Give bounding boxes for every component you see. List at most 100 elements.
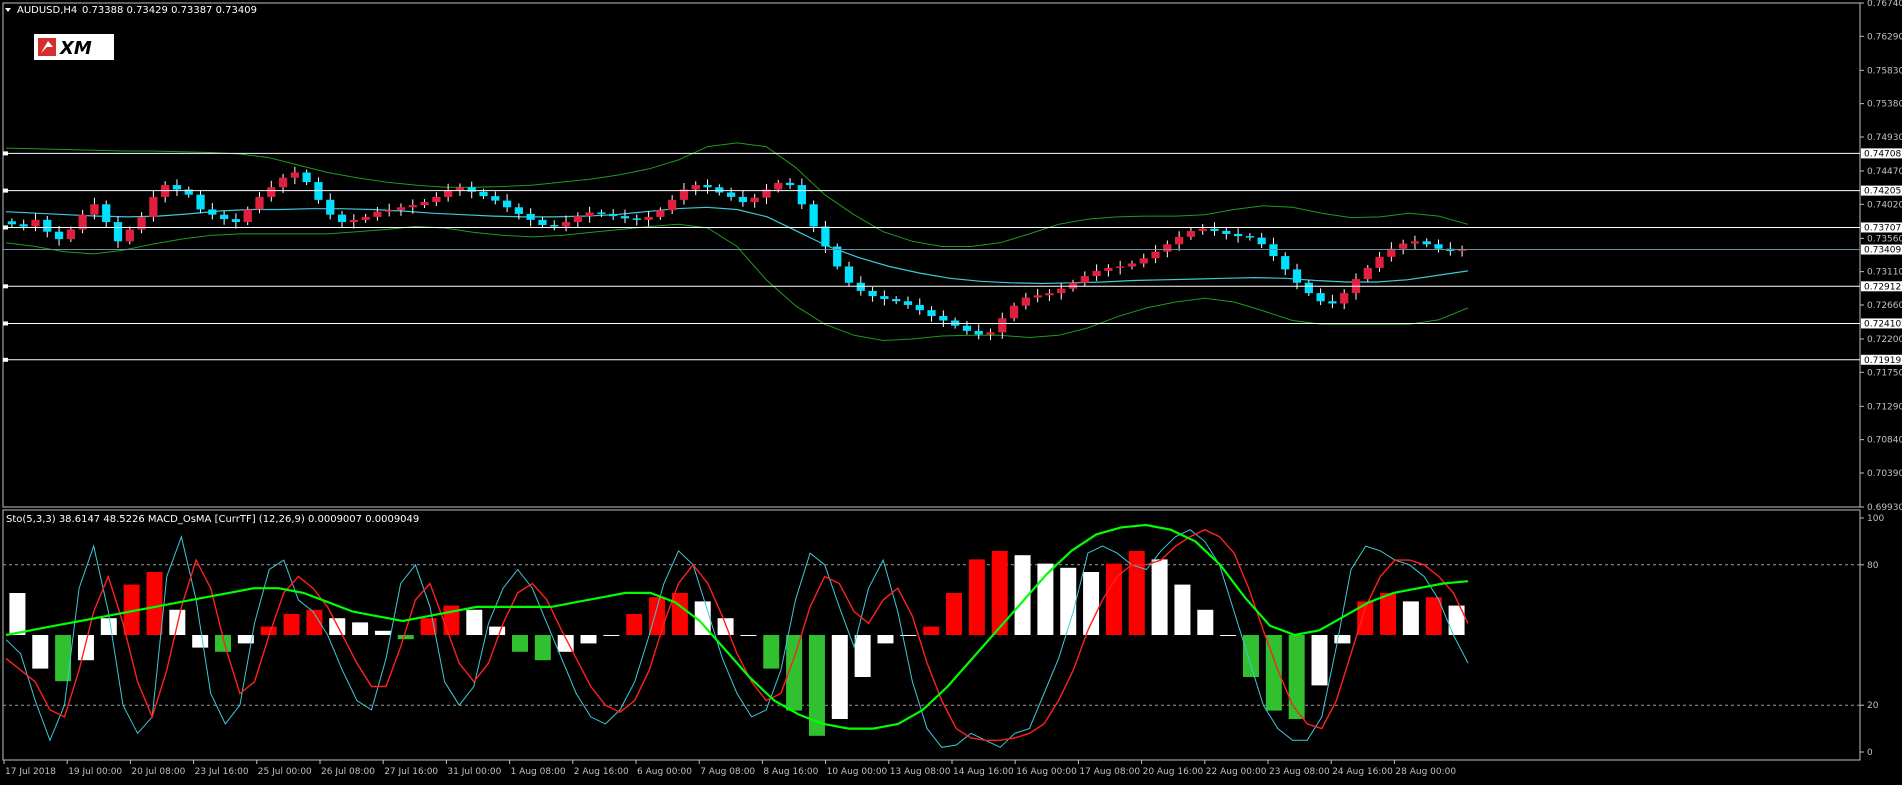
osma-bar [1197,609,1214,635]
level-handle[interactable] [3,188,8,193]
candle-body [1222,230,1231,234]
level-handle[interactable] [3,321,8,326]
level-handle[interactable] [3,284,8,289]
candle-body [644,216,653,220]
candle-body [703,185,712,188]
osma-bar [192,635,209,648]
osma-bar [1311,635,1328,686]
x-tick-label: 2 Aug 16:00 [574,767,629,777]
candle-body [915,304,924,311]
indicator-y-tick-label: 20 [1867,701,1879,711]
candle-body [1375,256,1384,268]
indicator-header: Sto(5,3,3) 38.6147 48.5226 MACD_OsMA [Cu… [6,514,419,525]
candle-body [609,213,618,217]
chart-svg: 0.74708 0.74205 0.73707 0.72912 0.72410 0.719… [2,0,1902,777]
osma-bar [831,635,848,719]
candle-body [1399,243,1408,249]
osma-bar [717,618,734,635]
x-tick-label: 17 Aug 08:00 [1079,767,1140,777]
candle-body [1057,288,1066,294]
candle-body [821,226,830,247]
chart-header: AUDUSD,H4 0.73388 0.73429 0.73387 0.7340… [5,5,257,16]
candle-body [455,187,465,191]
candle-body [974,330,983,335]
candle-body [514,207,524,214]
osma-bar [9,593,26,635]
upper-band-line [5,142,1469,247]
osma-bar [854,635,871,677]
candle-body [172,185,182,190]
candle-body [1269,244,1278,257]
osma-bar [1402,601,1419,635]
x-tick-label: 31 Jul 00:00 [447,767,501,777]
osma-bar [1083,572,1100,635]
candle-body [1175,236,1184,245]
x-tick-label: 1 Aug 08:00 [511,767,566,777]
candle-body [1163,244,1172,252]
candle-body [856,282,865,291]
y-tick-label: 0.71290 [1867,402,1902,412]
x-tick-label: 25 Jul 00:00 [258,767,312,777]
candle-body [102,204,111,223]
candle-body [809,204,818,227]
dropdown-arrow-icon[interactable] [5,8,11,12]
candle-body [868,290,877,297]
y-tick-label: 0.75830 [1867,66,1902,76]
y-tick-label: 0.76290 [1867,32,1902,42]
y-tick-label: 0.73560 [1867,234,1902,244]
osma-bar [1288,635,1305,719]
level-handle[interactable] [3,357,8,362]
x-tick-label: 28 Aug 00:00 [1395,767,1456,777]
candle-body [1116,266,1125,268]
y-tick-label: 0.75380 [1867,100,1902,110]
candle-body [7,221,17,225]
osma-bar [352,622,369,635]
candle-body [656,210,665,217]
candle-body [986,332,995,335]
candle-body [1281,256,1290,270]
candle-body [738,196,748,203]
osma-bar [1151,559,1168,635]
candle-body [1198,228,1207,231]
candle-body [962,325,972,331]
candle-body [1292,269,1302,283]
level-price-label: 0.72912 [1864,282,1901,292]
candle-body [1328,301,1337,304]
osma-bar [763,635,780,669]
candle-body [1127,263,1137,267]
candle-body [1068,282,1078,289]
candle-body [231,219,241,223]
level-price-label: 0.73707 [1864,223,1901,233]
osma-bar [374,630,391,635]
candle-body [1092,270,1101,277]
candle-body [1257,237,1266,245]
y-tick-label: 0.69930 [1867,503,1902,513]
candle-body [526,213,535,220]
candle-body [444,190,453,197]
candle-body [1410,241,1420,244]
y-tick-label: 0.76740 [1867,0,1902,9]
level-handle[interactable] [3,225,8,230]
osma-bar [1128,551,1145,635]
candle-body [1080,276,1089,283]
candle-body [1139,258,1148,264]
candle-body [1422,241,1431,245]
osma-bar [1242,635,1259,677]
osma-bar [146,572,163,635]
last-price-label: 0.73409 [1864,246,1901,256]
level-handle[interactable] [3,151,8,156]
ohlc-values: 0.73388 0.73429 0.73387 0.73409 [82,5,257,16]
main-chart-frame [2,2,1861,508]
candle-body [750,197,759,203]
candle-body [125,229,134,242]
y-tick-label: 0.72200 [1867,335,1902,345]
candle-body [691,185,700,190]
candle-body [385,210,394,212]
candle-body [1363,267,1372,280]
candle-body [113,222,123,242]
candle-body [1033,295,1042,298]
osma-bar [968,559,985,635]
osma-bar [740,635,757,636]
symbol-label: AUDUSD,H4 [17,5,77,16]
y-tick-label: 0.74470 [1867,167,1902,177]
